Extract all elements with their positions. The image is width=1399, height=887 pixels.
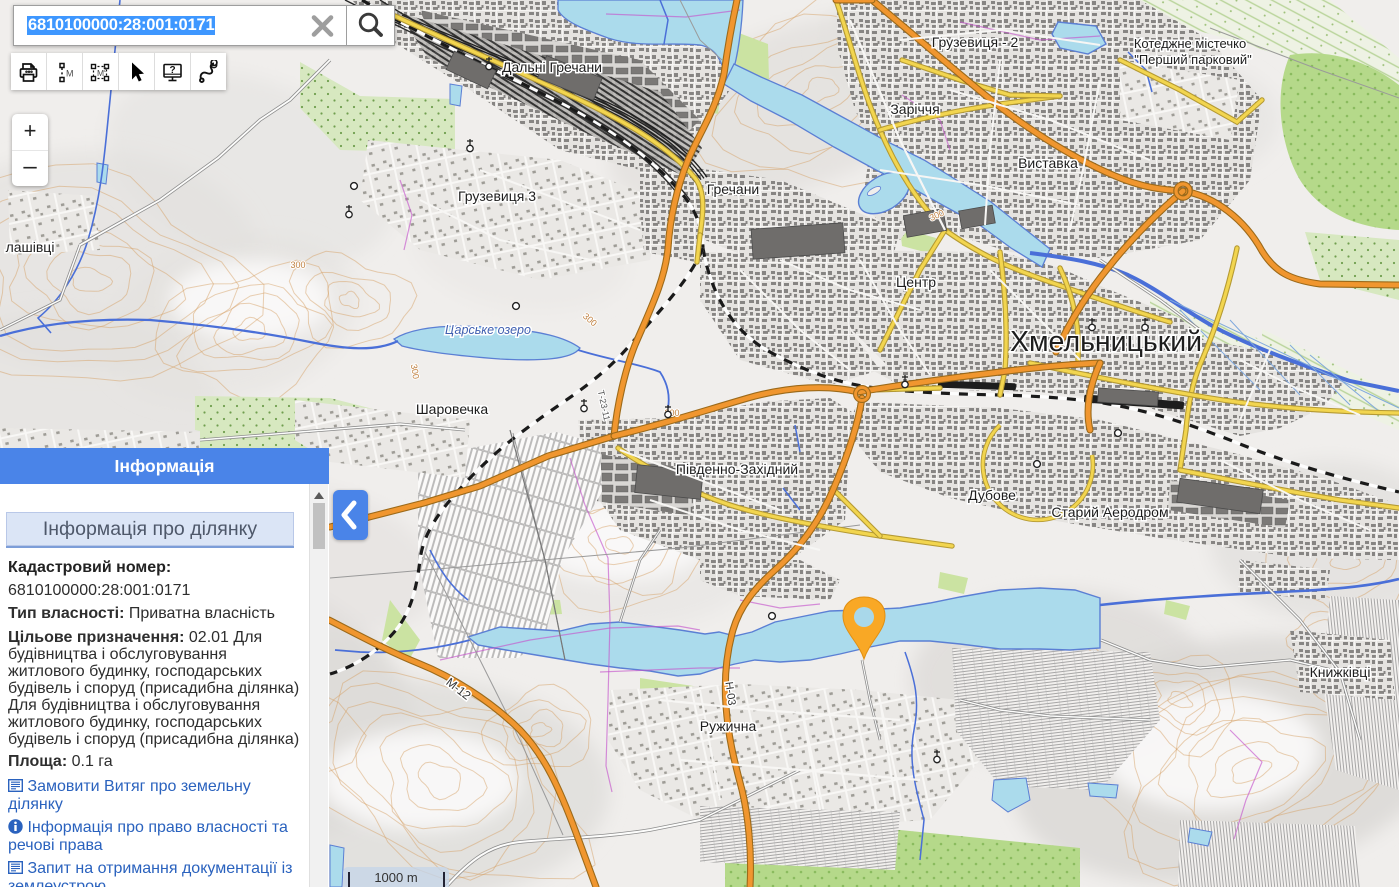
svg-text:Шаровечка: Шаровечка	[416, 401, 489, 417]
svg-text:Дубове: Дубове	[968, 487, 1016, 503]
svg-text:Царське озеро: Царське озеро	[445, 323, 531, 337]
svg-text:лашівці: лашівці	[6, 239, 55, 255]
svg-text:Дальні Гречани: Дальні Гречани	[502, 59, 602, 75]
svg-text:M: M	[66, 68, 74, 78]
svg-text:Хмельницький: Хмельницький	[1010, 326, 1202, 358]
svg-text:"Перший парковий": "Перший парковий"	[1134, 52, 1252, 67]
svg-text:Грузевиця - 2: Грузевиця - 2	[932, 34, 1019, 50]
svg-text:Грузевиця 3: Грузевиця 3	[458, 188, 536, 204]
svg-text:Центр: Центр	[896, 274, 936, 290]
svg-text:?: ?	[169, 64, 175, 75]
svg-text:Котеджне містечко: Котеджне містечко	[1134, 36, 1246, 51]
svg-text:Південно-Західний: Південно-Західний	[676, 461, 798, 477]
svg-text:Старий Аеродром: Старий Аеродром	[1051, 504, 1168, 520]
svg-text:Виставка: Виставка	[1018, 155, 1078, 171]
svg-text:Ружична: Ружична	[700, 718, 757, 734]
svg-text:Заріччя: Заріччя	[890, 101, 939, 117]
svg-text:300: 300	[290, 260, 305, 270]
svg-text:Книжківці: Книжківці	[1310, 664, 1371, 680]
svg-text:Гречани: Гречани	[707, 181, 760, 197]
